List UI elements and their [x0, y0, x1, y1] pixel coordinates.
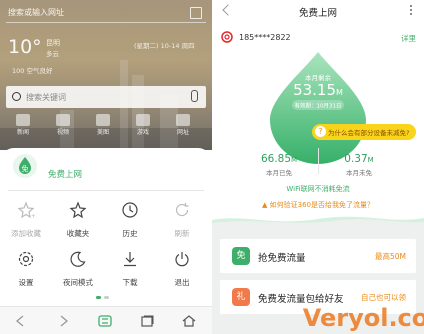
air-quality: 100 空气良好 — [12, 67, 53, 75]
add-bookmark-button[interactable]: + 添加收藏 — [0, 201, 52, 239]
scan-icon[interactable] — [190, 7, 202, 19]
bookmarks-button[interactable]: 收藏夹 — [52, 201, 104, 239]
china-unicom-logo-icon — [221, 31, 233, 43]
used-label: 本月已免 — [266, 169, 292, 177]
wifi-note: WiFi联网不消耗免流 — [286, 185, 350, 193]
svg-text:+: + — [31, 213, 35, 219]
refresh-button[interactable]: 刷新 — [156, 201, 208, 239]
page-title: 免费上网 — [298, 8, 337, 19]
quick-link-news[interactable]: 新闻 — [6, 114, 40, 136]
free-net-icon[interactable]: 免 — [12, 153, 38, 179]
verify-link[interactable]: ▲ 如何验证360是否给我免了流量？ — [212, 200, 424, 210]
unused-value: 0.37 — [344, 153, 368, 165]
warning-icon: ▲ — [262, 201, 270, 209]
url-bar[interactable]: 搜索或输入网址 — [6, 4, 206, 23]
remaining-value: 53.15 — [293, 81, 336, 99]
remaining-unit: M — [336, 88, 343, 97]
tabs-icon[interactable] — [140, 315, 154, 327]
free-icon-char: 免 — [22, 164, 29, 173]
detail-link[interactable]: 详里 — [401, 33, 416, 44]
weather-condition: 多云 — [46, 50, 59, 58]
city-name: 昆明 — [46, 39, 60, 47]
star-icon — [69, 201, 87, 219]
downloads-button[interactable]: 下载 — [104, 250, 156, 288]
expiry-date: 有效期：10月31日 — [295, 102, 342, 110]
microphone-icon[interactable] — [191, 90, 198, 102]
unused-label: 本月未免 — [346, 169, 372, 177]
used-flow: 66.85M 本月已免 — [254, 153, 304, 177]
download-icon — [124, 252, 136, 267]
search-placeholder: 搜索关键词 — [26, 93, 66, 102]
unused-flow: 0.37M 本月未免 — [334, 153, 384, 177]
svg-text:53.15M: 53.15M — [293, 81, 343, 99]
free-net-page: 免费上网 185****2822 详里 本月剩余 53.15M 有效期：10月3… — [212, 0, 424, 334]
refresh-icon — [175, 203, 189, 217]
settings-button[interactable]: 设置 — [0, 250, 52, 288]
add-bookmark-icon: + — [17, 201, 36, 220]
row-note: 最高50M — [374, 252, 406, 261]
power-icon — [175, 252, 189, 267]
temperature: 10° — [8, 36, 42, 58]
search-icon — [12, 92, 21, 101]
stats-divider — [318, 148, 319, 174]
moon-icon — [70, 251, 86, 267]
clock-icon — [122, 202, 138, 218]
row-title: 抢免费流量 — [258, 253, 306, 264]
quick-link-images[interactable]: 美图 — [86, 114, 120, 136]
tip-text: 为什么会有部分设备未减免? — [328, 129, 410, 137]
menu-icon[interactable] — [98, 315, 112, 327]
free-flow-icon: 免 — [232, 247, 250, 265]
exit-button[interactable]: 退出 — [156, 250, 208, 288]
quick-link-video[interactable]: 视频 — [46, 114, 80, 136]
watermark-text: Veryol.com — [303, 304, 424, 332]
page-indicator — [96, 296, 116, 300]
search-box[interactable]: 搜索关键词 — [6, 86, 206, 108]
url-placeholder: 搜索或输入网址 — [8, 8, 64, 17]
used-value: 66.85 — [260, 153, 291, 165]
grab-free-flow-row[interactable]: 免 抢免费流量 最高50M — [220, 239, 416, 273]
browser-home-panel: 搜索或输入网址 10° 昆明 多云 (星期二) 10-14 周四 100 空气良… — [0, 0, 212, 334]
free-net-label[interactable]: 免费上网 — [48, 168, 82, 180]
menu-divider — [8, 190, 204, 191]
home-icon[interactable] — [182, 315, 196, 327]
quick-link-games[interactable]: 游戏 — [126, 114, 160, 136]
question-icon: ? — [315, 126, 326, 137]
bottom-toolbar — [0, 306, 212, 334]
weather-date: (星期二) 10-14 周四 — [134, 42, 195, 50]
more-options-icon[interactable] — [410, 5, 413, 17]
night-mode-button[interactable]: 夜间模式 — [52, 250, 104, 288]
forward-icon[interactable] — [56, 315, 70, 327]
tip-bubble[interactable]: ? 为什么会有部分设备未减免? — [312, 124, 416, 140]
watermark: Veryol.com — [303, 304, 424, 332]
gear-icon — [18, 251, 34, 267]
back-icon[interactable] — [14, 315, 28, 327]
history-button[interactable]: 历史 — [104, 201, 156, 239]
phone-number: 185****2822 — [239, 33, 291, 42]
quick-link-sites[interactable]: 网址 — [166, 114, 200, 136]
